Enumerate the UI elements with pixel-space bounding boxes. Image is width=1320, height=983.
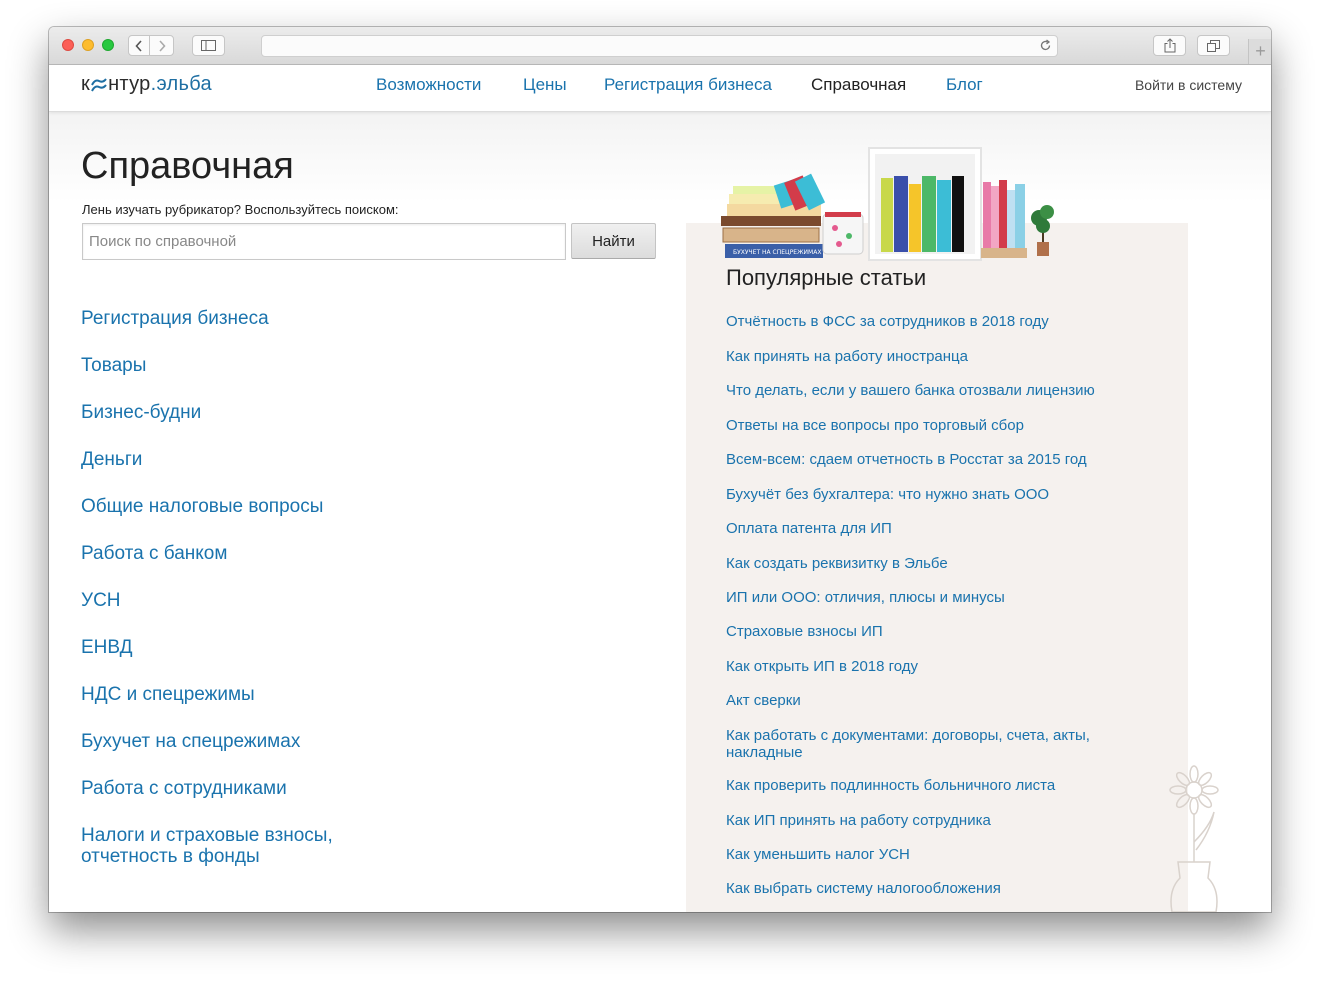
list-item: Как открыть ИП в 2018 году: [726, 658, 1126, 675]
list-item: Ответы на все вопросы про торговый сбор: [726, 417, 1126, 434]
search-input[interactable]: [82, 223, 566, 260]
list-item: Как проверить подлинность больничного ли…: [726, 777, 1126, 794]
category-link[interactable]: Работа с сотрудниками: [81, 778, 561, 799]
popular-articles-panel: Популярные статьи Отчётность в ФСС за со…: [686, 223, 1188, 912]
nav-item-features[interactable]: Возможности: [376, 75, 481, 95]
article-link[interactable]: ИП или ООО: отличия, плюсы и минусы: [726, 589, 1126, 606]
article-link[interactable]: Как выбрать систему налогообложения: [726, 880, 1126, 897]
browser-window: + к нтур .эльба Возможности Цены Регистр…: [49, 27, 1271, 912]
page-title: Справочная: [81, 145, 294, 187]
article-link[interactable]: Как принять на работу иностранца: [726, 348, 1126, 365]
article-link[interactable]: Что делать, если у вашего банка отозвали…: [726, 382, 1126, 399]
list-item: Оплата патента для ИП: [726, 520, 1126, 537]
web-page: к нтур .эльба Возможности Цены Регистрац…: [49, 65, 1271, 912]
new-tab-button[interactable]: +: [1248, 39, 1271, 64]
chevron-right-icon: [158, 39, 166, 52]
category-link[interactable]: Бухучет на спецрежимах: [81, 731, 561, 752]
article-link[interactable]: Отчётность в ФСС за сотрудников в 2018 г…: [726, 313, 1126, 330]
tabs-overview-button[interactable]: [1197, 35, 1230, 56]
sidebar-toggle-button[interactable]: [192, 35, 225, 56]
list-item: ИП или ООО: отличия, плюсы и минусы: [726, 589, 1126, 606]
list-item: ЕНВД: [81, 637, 561, 658]
list-item: Как принять на работу иностранца: [726, 348, 1126, 365]
article-link[interactable]: Всем-всем: сдаем отчетность в Росстат за…: [726, 451, 1126, 468]
list-item: Как ИП принять на работу сотрудника: [726, 812, 1126, 829]
category-link[interactable]: Бизнес-будни: [81, 402, 561, 423]
close-window-button[interactable]: [62, 39, 74, 51]
book-spine-label: БУХУЧЕТ НА СПЕЦРЕЖИМАХ: [733, 249, 821, 256]
list-item: Бизнес-будни: [81, 402, 561, 423]
list-item: Отчётность в ФСС за сотрудников в 2018 г…: [726, 313, 1126, 330]
forward-button[interactable]: [149, 35, 174, 56]
list-item: Общие налоговые вопросы: [81, 496, 561, 517]
login-link[interactable]: Войти в систему: [1135, 77, 1242, 93]
list-item: Товары: [81, 355, 561, 376]
browser-toolbar: +: [49, 27, 1271, 65]
list-item: НДС и спецрежимы: [81, 684, 561, 705]
category-link[interactable]: ЕНВД: [81, 637, 561, 658]
list-item: Всем-всем: сдаем отчетность в Росстат за…: [726, 451, 1126, 468]
list-item: Как создать реквизитку в Эльбе: [726, 555, 1126, 572]
list-item: Как выбрать систему налогообложения: [726, 880, 1126, 897]
list-item: Налоги и страховые взносы, отчетность в …: [81, 825, 561, 867]
nav-item-blog[interactable]: Блог: [946, 75, 983, 95]
category-link[interactable]: Общие налоговые вопросы: [81, 496, 561, 517]
site-header: к нтур .эльба Возможности Цены Регистрац…: [49, 65, 1271, 112]
list-item: УСН: [81, 590, 561, 611]
list-item: Как уменьшить налог УСН: [726, 846, 1126, 863]
popular-articles-title: Популярные статьи: [726, 265, 927, 290]
article-link[interactable]: Ответы на все вопросы про торговый сбор: [726, 417, 1126, 434]
category-link[interactable]: Работа с банком: [81, 543, 561, 564]
share-icon: [1164, 38, 1175, 53]
chevron-left-icon: [135, 39, 142, 52]
back-button[interactable]: [128, 35, 150, 56]
zoom-window-button[interactable]: [102, 39, 114, 51]
logo-text-accent: .эльба: [150, 73, 212, 95]
list-item: Что делать, если у вашего банка отозвали…: [726, 382, 1126, 399]
article-link[interactable]: Бухучёт без бухгалтера: что нужно знать …: [726, 486, 1126, 503]
article-link[interactable]: Страховые взносы ИП: [726, 623, 1126, 640]
reload-icon[interactable]: [1039, 39, 1052, 52]
nav-item-business-registration[interactable]: Регистрация бизнеса: [604, 75, 772, 95]
flower-vase-illustration: [1169, 765, 1219, 912]
category-link[interactable]: НДС и спецрежимы: [81, 684, 561, 705]
list-item: Страховые взносы ИП: [726, 623, 1126, 640]
article-link[interactable]: Как открыть ИП в 2018 году: [726, 658, 1126, 675]
list-item: Регистрация бизнеса: [81, 308, 561, 329]
minimize-window-button[interactable]: [82, 39, 94, 51]
category-link[interactable]: Деньги: [81, 449, 561, 470]
share-button[interactable]: [1153, 35, 1186, 56]
article-link[interactable]: Как создать реквизитку в Эльбе: [726, 555, 1126, 572]
category-link[interactable]: УСН: [81, 590, 561, 611]
list-item: Акт сверки: [726, 692, 1126, 709]
list-item: Работа с банком: [81, 543, 561, 564]
list-item: Бухучёт без бухгалтера: что нужно знать …: [726, 486, 1126, 503]
list-item: Работа с сотрудниками: [81, 778, 561, 799]
category-link[interactable]: Товары: [81, 355, 561, 376]
article-link[interactable]: Как проверить подлинность больничного ли…: [726, 777, 1126, 794]
tabs-icon: [1207, 39, 1220, 52]
address-bar[interactable]: [261, 35, 1058, 57]
search-button[interactable]: Найти: [571, 223, 656, 259]
logo-text-prefix: к: [81, 73, 91, 95]
logo-text-suffix: нтур: [108, 73, 151, 95]
category-link[interactable]: Налоги и страховые взносы, отчетность в …: [81, 825, 561, 867]
article-link[interactable]: Как уменьшить налог УСН: [726, 846, 1126, 863]
category-link[interactable]: Регистрация бизнеса: [81, 308, 561, 329]
list-item: Как работать с документами: договоры, сч…: [726, 727, 1126, 761]
site-logo[interactable]: к нтур .эльба: [81, 73, 212, 96]
logo-icon: [91, 77, 107, 91]
article-link[interactable]: Как ИП принять на работу сотрудника: [726, 812, 1126, 829]
list-item: Деньги: [81, 449, 561, 470]
article-link[interactable]: Как работать с документами: договоры, сч…: [726, 727, 1126, 761]
list-item: Бухучет на спецрежимах: [81, 731, 561, 752]
nav-item-prices[interactable]: Цены: [523, 75, 567, 95]
bookshelf-illustration: БУХУЧЕТ НА СПЕЦРЕЖИМАХ: [721, 147, 1054, 261]
article-link[interactable]: Оплата патента для ИП: [726, 520, 1126, 537]
nav-item-help[interactable]: Справочная: [811, 75, 906, 95]
sidebar-icon: [201, 40, 216, 51]
article-link[interactable]: Акт сверки: [726, 692, 1126, 709]
search-hint: Лень изучать рубрикатор? Воспользуйтесь …: [82, 202, 399, 217]
